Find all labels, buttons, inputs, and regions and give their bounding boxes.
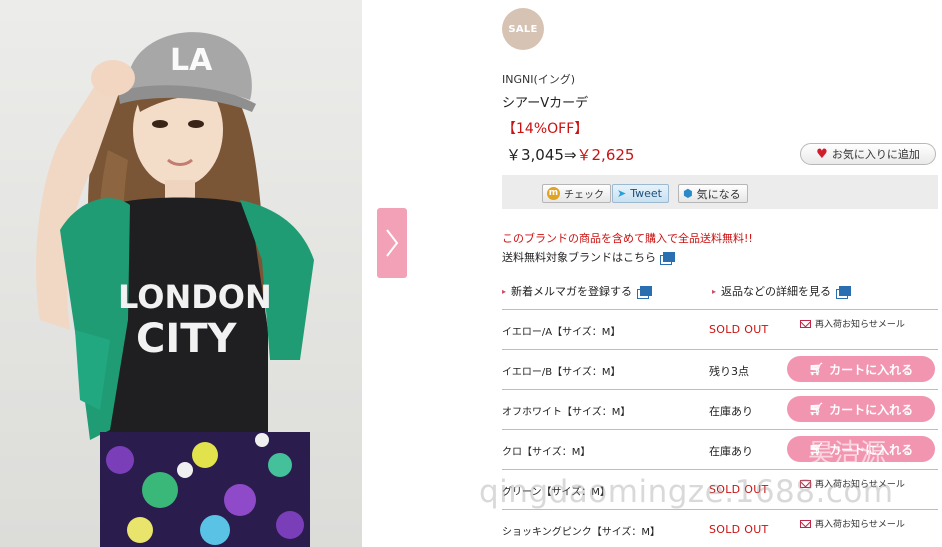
variant-stock: 在庫あり <box>709 445 753 458</box>
check-button[interactable]: m チェック <box>542 184 611 203</box>
restock-notify-label: 再入荷お知らせメール <box>815 480 905 490</box>
cart-icon: 🛒︎ <box>808 362 825 376</box>
cart-icon: 🛒︎ <box>808 402 825 416</box>
check-label: チェック <box>564 190 604 201</box>
add-to-cart-button[interactable]: 🛒︎ カートに入れる <box>787 356 935 382</box>
bullet-arrow-icon: ▸ <box>502 286 507 296</box>
product-name: シアーVカーデ <box>502 96 589 111</box>
variant-row: イエロー/B【サイズ：M】 残り3点 🛒︎ カートに入れる <box>502 349 938 389</box>
brand-name: INGNI(イング) <box>502 73 576 86</box>
price: ￥3,045⇒￥2,625 <box>506 144 634 165</box>
returns-link[interactable]: ▸ 返品などの詳細を見る <box>712 283 852 299</box>
variant-stock: SOLD OUT <box>709 323 769 336</box>
bullet-arrow-icon: ▸ <box>712 286 717 296</box>
kininaru-label: 気になる <box>696 187 741 201</box>
mailmag-link[interactable]: ▸ 新着メルマガを登録する <box>502 283 653 299</box>
variant-stock: SOLD OUT <box>709 483 769 496</box>
add-favorite-button[interactable]: ♥ お気に入りに追加 <box>800 143 936 165</box>
add-to-cart-label: カートに入れる <box>829 402 914 417</box>
product-info: SALE INGNI(イング) シアーVカーデ 【14%OFF】 ￥3,045⇒… <box>502 0 938 547</box>
variant-row: ショッキングピンク【サイズ：M】 SOLD OUT 再入荷お知らせメール <box>502 509 938 547</box>
returns-label: 返品などの詳細を見る <box>721 285 832 298</box>
restock-notify-link[interactable]: 再入荷お知らせメール <box>800 477 905 490</box>
free-shipping-brands-link[interactable]: 送料無料対象ブランドはこちら <box>502 249 675 265</box>
restock-notify-link[interactable]: 再入荷お知らせメール <box>800 517 905 530</box>
restock-notify-label: 再入荷お知らせメール <box>815 320 905 330</box>
restock-notify-label: 再入荷お知らせメール <box>815 520 905 530</box>
next-image-arrow[interactable] <box>377 208 407 278</box>
variant-stock: SOLD OUT <box>709 523 769 536</box>
envelope-icon <box>800 319 811 328</box>
restock-notify-link[interactable]: 再入荷お知らせメール <box>800 317 905 330</box>
add-to-cart-button[interactable]: 🛒︎ カートに入れる <box>787 396 935 422</box>
tweet-label: Tweet <box>630 187 662 200</box>
sale-badge: SALE <box>502 8 544 50</box>
external-window-icon <box>836 285 852 299</box>
discount-label: 【14%OFF】 <box>502 121 589 137</box>
external-window-icon <box>660 251 675 265</box>
kininaru-button[interactable]: ⬢ 気になる <box>678 184 748 203</box>
variant-row: クロ【サイズ：M】 在庫あり 🛒︎ カートに入れる <box>502 429 938 469</box>
m-icon: m <box>547 187 560 200</box>
cart-icon: 🛒︎ <box>808 442 825 456</box>
free-shipping-brands-label: 送料無料対象ブランドはこちら <box>502 251 656 264</box>
hexagon-icon: ⬢ <box>683 187 693 200</box>
shirt-print-line2: CITY <box>136 316 238 362</box>
social-bar: m チェック ➤ Tweet ⬢ 気になる <box>502 175 938 209</box>
add-favorite-label: お気に入りに追加 <box>831 148 920 161</box>
twitter-bird-icon: ➤ <box>617 187 627 200</box>
variant-table: イエロー/A【サイズ：M】 SOLD OUT 再入荷お知らせメール イエロー/B… <box>502 309 938 547</box>
heart-icon: ♥ <box>816 146 828 162</box>
tweet-button[interactable]: ➤ Tweet <box>612 184 669 203</box>
price-sale: ￥2,625 <box>576 146 635 164</box>
variant-name: イエロー/A【サイズ：M】 <box>502 327 621 338</box>
chevron-right-icon <box>386 229 399 257</box>
envelope-icon <box>800 519 811 528</box>
price-original: ￥3,045⇒ <box>506 146 577 164</box>
add-to-cart-button[interactable]: 🛒︎ カートに入れる <box>787 436 935 462</box>
external-window-icon <box>637 285 653 299</box>
free-shipping-promo: このブランドの商品を含めて購入で全品送料無料!! <box>502 232 753 245</box>
variant-stock: 在庫あり <box>709 405 753 418</box>
envelope-icon <box>800 479 811 488</box>
variant-row: グリーン【サイズ：M】 SOLD OUT 再入荷お知らせメール <box>502 469 938 509</box>
add-to-cart-label: カートに入れる <box>829 362 914 377</box>
cap-print: LA <box>170 43 213 78</box>
model-illustration: LA LONDON CITY <box>0 0 362 547</box>
variant-row: イエロー/A【サイズ：M】 SOLD OUT 再入荷お知らせメール <box>502 309 938 349</box>
variant-name: オフホワイト【サイズ：M】 <box>502 407 631 418</box>
add-to-cart-label: カートに入れる <box>829 442 914 457</box>
variant-row: オフホワイト【サイズ：M】 在庫あり 🛒︎ カートに入れる <box>502 389 938 429</box>
product-photo: LA LONDON CITY <box>0 0 362 547</box>
shirt-print-line1: LONDON <box>118 278 272 316</box>
mailmag-label: 新着メルマガを登録する <box>511 285 633 298</box>
variant-name: グリーン【サイズ：M】 <box>502 487 610 498</box>
variant-stock: 残り3点 <box>709 365 749 378</box>
variant-name: ショッキングピンク【サイズ：M】 <box>502 527 661 538</box>
variant-name: クロ【サイズ：M】 <box>502 447 591 458</box>
variant-name: イエロー/B【サイズ：M】 <box>502 367 621 378</box>
